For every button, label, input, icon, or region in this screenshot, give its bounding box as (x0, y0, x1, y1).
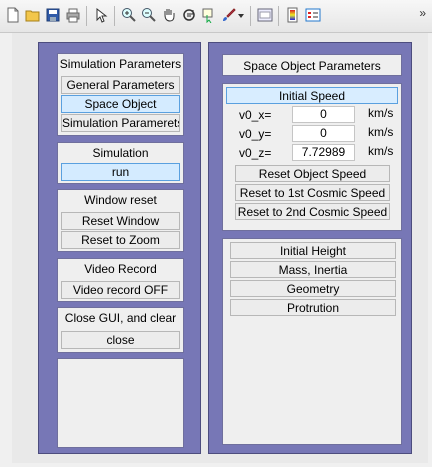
video-record-title: Video Record (84, 262, 157, 276)
geometry-button[interactable]: Geometry (230, 280, 396, 297)
simulation-parameters-card: Simulation Parameters General Parameters… (57, 53, 184, 136)
simulation-title: Simulation (92, 146, 149, 160)
zoom-out-icon[interactable] (140, 6, 158, 24)
left-empty-card (57, 358, 184, 448)
space-object-parameters-title: Space Object Parameters (243, 59, 381, 73)
reset-object-speed-button[interactable]: Reset Object Speed (235, 165, 390, 182)
v0-z-label: v0_z= (239, 146, 272, 160)
space-object-parameters-header: Space Object Parameters (222, 54, 402, 76)
dropdown-arrow-icon[interactable] (236, 6, 246, 24)
pan-hand-icon[interactable] (160, 6, 178, 24)
print-icon[interactable] (64, 6, 82, 24)
new-file-icon[interactable] (4, 6, 22, 24)
link-plot-icon[interactable] (256, 6, 274, 24)
left-control-panel: Simulation Parameters General Parameters… (38, 42, 201, 454)
close-gui-title: Close GUI, and clear (64, 311, 177, 325)
window-reset-card: Window reset Reset Window Reset to Zoom (57, 189, 184, 252)
general-parameters-button[interactable]: General Parameters (61, 76, 180, 94)
run-button[interactable]: run (61, 163, 180, 181)
window-reset-title: Window reset (84, 193, 157, 207)
simulation-parameters-title: Simulation Parameters (59, 57, 182, 71)
zoom-in-icon[interactable] (120, 6, 138, 24)
reset-to-zoom-button[interactable]: Reset to Zoom (61, 231, 180, 249)
v0-x-field[interactable]: 0 (292, 106, 355, 123)
figure-canvas: Simulation Parameters General Parameters… (12, 33, 428, 463)
legend-icon[interactable] (304, 6, 322, 24)
object-sections-card: Initial Height Mass, Inertia Geometry Pr… (222, 238, 402, 445)
pointer-icon[interactable] (92, 6, 110, 24)
v0-y-label: v0_y= (239, 127, 272, 141)
figure-toolbar: » (0, 0, 432, 33)
v0-z-unit: km/s (368, 144, 394, 158)
reset-window-button[interactable]: Reset Window (61, 212, 180, 230)
colorbar-icon[interactable] (284, 6, 302, 24)
video-record-card: Video Record Video record OFF (57, 258, 184, 302)
close-card: Close GUI, and clear close (57, 307, 184, 353)
rotate-3d-icon[interactable] (180, 6, 198, 24)
v0-y-field[interactable]: 0 (292, 125, 355, 142)
video-record-toggle-button[interactable]: Video record OFF (61, 281, 180, 299)
open-folder-icon[interactable] (24, 6, 42, 24)
v0-z-field[interactable]: 7.72989 (292, 144, 355, 161)
initial-height-button[interactable]: Initial Height (230, 242, 396, 259)
v0-x-label: v0_x= (239, 108, 272, 122)
reset-second-cosmic-speed-button[interactable]: Reset to 2nd Cosmic Speed (235, 203, 390, 220)
save-icon[interactable] (44, 6, 62, 24)
toolbar-overflow-icon[interactable]: » (419, 6, 426, 20)
right-control-panel: Space Object Parameters Initial Speed v0… (208, 42, 412, 454)
simulation-parameters-button[interactable]: Simulation Paramerets (61, 114, 180, 132)
initial-speed-card: Initial Speed v0_x= 0 km/s v0_y= 0 km/s … (222, 83, 402, 231)
mass-inertia-button[interactable]: Mass, Inertia (230, 261, 396, 278)
reset-first-cosmic-speed-button[interactable]: Reset to 1st Cosmic Speed (235, 184, 390, 201)
protrusion-button[interactable]: Protrution (230, 299, 396, 316)
simulation-card: Simulation run (57, 142, 184, 184)
data-cursor-icon[interactable] (200, 6, 218, 24)
v0-x-unit: km/s (368, 106, 394, 120)
v0-y-unit: km/s (368, 125, 394, 139)
space-object-button[interactable]: Space Object (61, 95, 180, 113)
close-button[interactable]: close (61, 331, 180, 349)
initial-speed-button[interactable]: Initial Speed (226, 87, 398, 104)
